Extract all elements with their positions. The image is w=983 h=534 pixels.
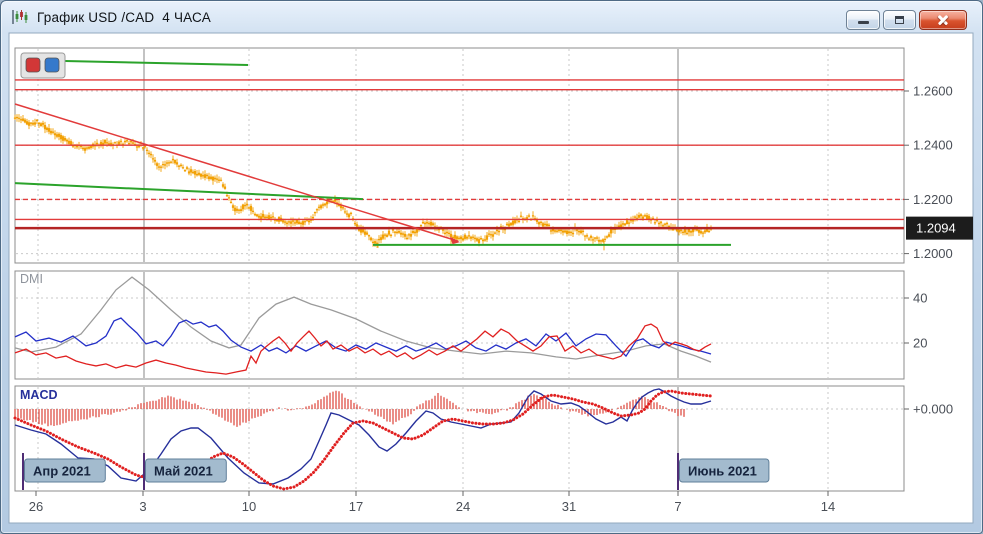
time-axis-label: 3 bbox=[139, 499, 146, 514]
restore-icon bbox=[895, 16, 904, 24]
macd-zero-label: +0.000 bbox=[913, 402, 953, 417]
minimize-icon bbox=[858, 21, 869, 24]
dmi-axis-label: 20 bbox=[913, 336, 927, 351]
minimize-button[interactable] bbox=[846, 10, 880, 30]
macd-label: MACD bbox=[20, 388, 58, 402]
candlestick-chart-icon bbox=[11, 9, 29, 25]
time-axis-label: 17 bbox=[349, 499, 363, 514]
app-window: График USD /CAD 4 ЧАСА DMI MACD Апр 2021 Ма… bbox=[0, 0, 983, 534]
maximize-button[interactable] bbox=[883, 10, 916, 30]
price-axis-label: 1.2200 bbox=[913, 192, 953, 207]
price-axis-label: 1.2400 bbox=[913, 138, 953, 153]
window-title: График USD /CAD 4 ЧАСА bbox=[37, 10, 211, 25]
chart-canvas[interactable]: DMI MACD Апр 2021 Май 2021 Июнь 2021 1.2600 1.… bbox=[1, 1, 983, 534]
close-icon bbox=[920, 11, 966, 29]
current-price-label: 1.2094 bbox=[916, 221, 956, 236]
month-label: Июнь 2021 bbox=[688, 464, 757, 479]
time-axis-label: 26 bbox=[29, 499, 43, 514]
time-axis-label: 10 bbox=[242, 499, 256, 514]
month-label: Апр 2021 bbox=[33, 464, 91, 479]
month-label: Май 2021 bbox=[154, 464, 213, 479]
blue-tool-button[interactable] bbox=[45, 58, 59, 72]
dmi-axis-label: 40 bbox=[913, 291, 927, 306]
time-axis-label: 14 bbox=[821, 499, 835, 514]
close-button[interactable] bbox=[919, 10, 967, 30]
time-axis-label: 7 bbox=[674, 499, 681, 514]
price-axis-label: 1.2000 bbox=[913, 246, 953, 261]
time-axis-label: 31 bbox=[562, 499, 576, 514]
price-axis-label: 1.2600 bbox=[913, 84, 953, 99]
title-bar[interactable]: График USD /CAD 4 ЧАСА bbox=[1, 1, 982, 33]
red-tool-button[interactable] bbox=[26, 58, 40, 72]
time-axis-label: 24 bbox=[456, 499, 470, 514]
dmi-label: DMI bbox=[20, 272, 43, 286]
